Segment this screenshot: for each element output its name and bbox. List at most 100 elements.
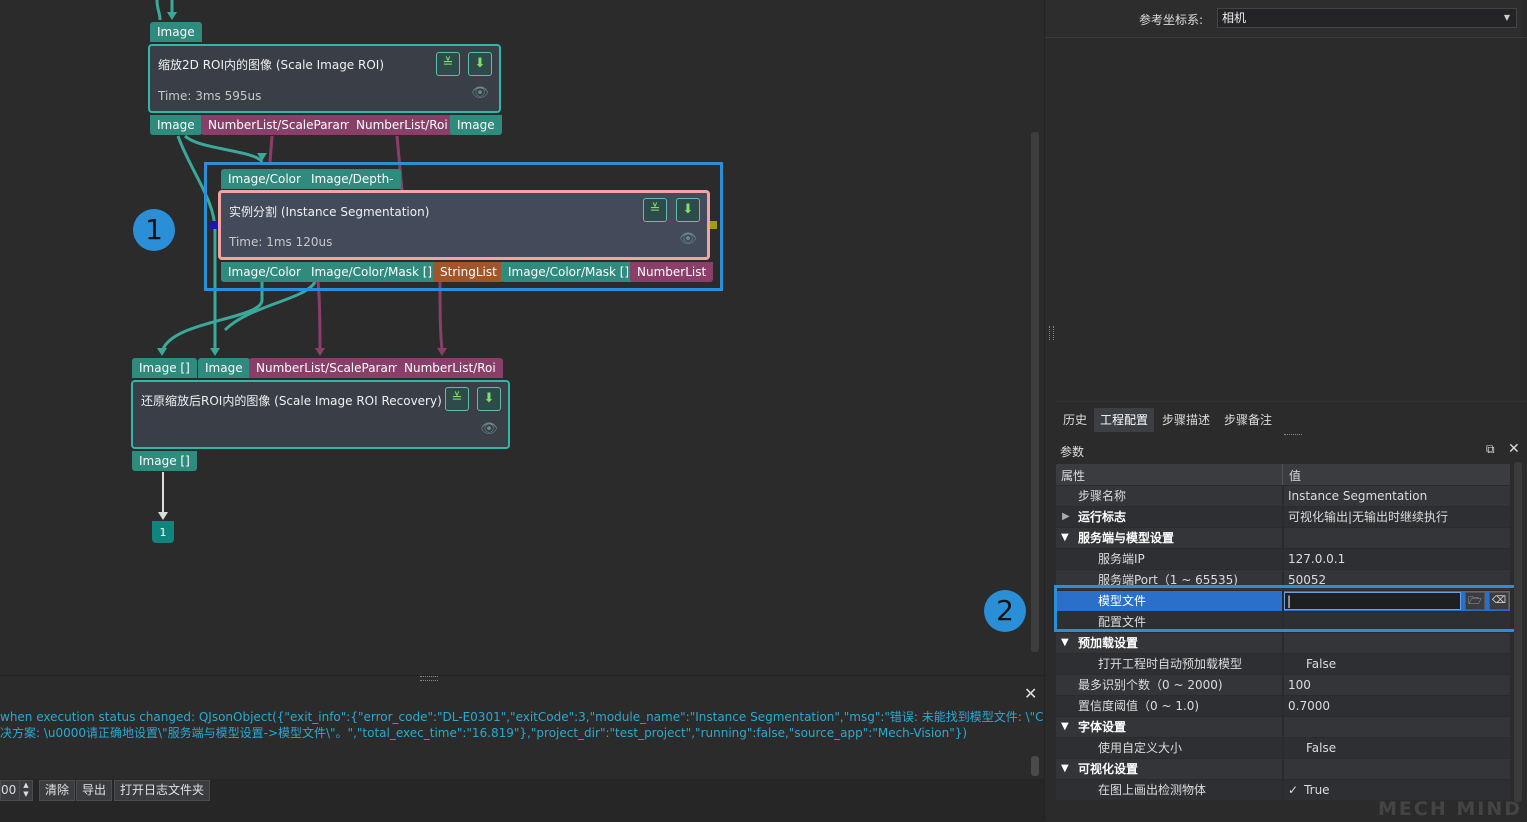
collapse-arrow-icon[interactable]: ▼ <box>1061 717 1069 737</box>
tab-history[interactable]: 历史 <box>1057 408 1093 432</box>
tab-step-description[interactable]: 步骤描述 <box>1156 408 1216 432</box>
spinbox-value: 00 <box>1 783 17 797</box>
node1-output-port[interactable]: NumberList/Roi <box>349 115 455 135</box>
param-group[interactable]: ▼ 服务端与模型设置 <box>1056 528 1510 548</box>
param-value[interactable]: 可视化输出|无输出时继续执行 <box>1284 507 1510 527</box>
param-row[interactable]: 最多识别个数（0 ~ 2000) 100 <box>1056 675 1510 695</box>
highlight-box-2 <box>1054 585 1521 632</box>
collapse-arrow-icon[interactable]: ▼ <box>1061 528 1069 548</box>
chevron-down-icon: ▼ <box>1503 13 1510 22</box>
node-time: Time: 3ms 595us <box>158 89 262 103</box>
spinbox-arrows[interactable]: ▲ ▼ <box>19 780 33 801</box>
watermark-logo: MECH MIND <box>1378 798 1522 820</box>
log-scrollbar[interactable] <box>1031 756 1039 776</box>
download-icon[interactable]: ⬇ <box>477 387 501 411</box>
param-key: 运行标志 <box>1056 507 1282 527</box>
param-row[interactable]: 置信度阈值（0 ~ 1.0) 0.7000 <box>1056 696 1510 716</box>
node2-output-port[interactable]: Image/Color <box>221 262 308 282</box>
open-log-folder-button[interactable]: 打开日志文件夹 <box>114 780 211 801</box>
eye-icon[interactable]: 👁 <box>478 421 500 441</box>
node2-output-port[interactable]: StringList <box>433 262 504 282</box>
node2-output-port[interactable]: NumberList <box>630 262 714 282</box>
param-value-text: True <box>1304 783 1330 797</box>
node3-input-port[interactable]: NumberList/Roi <box>397 358 503 378</box>
node3-output-port[interactable]: Image [] <box>132 451 197 471</box>
export-log-button[interactable]: 导出 <box>76 780 113 801</box>
param-value <box>1284 633 1510 653</box>
instance-segmentation-node[interactable]: 实例分割 (Instance Segmentation) ≚ ⬇ 👁 Time:… <box>218 190 710 260</box>
scale-image-roi-node[interactable]: 缩放2D ROI内的图像 (Scale Image ROI) ≚ ⬇ 👁 Tim… <box>148 44 501 113</box>
collapse-icon[interactable]: ≚ <box>445 387 469 411</box>
close-icon[interactable]: ✕ <box>1508 441 1520 457</box>
param-value[interactable]: ✓ True <box>1284 780 1510 800</box>
node1-output-port[interactable]: NumberList/ScaleParam <box>201 115 359 135</box>
param-value[interactable]: False <box>1284 738 1510 758</box>
scale-image-roi-recovery-node[interactable]: 还原缩放后ROI内的图像 (Scale Image ROI Recovery) … <box>131 380 510 449</box>
param-row[interactable]: 服务端IP 127.0.0.1 <box>1056 549 1510 569</box>
download-icon[interactable]: ⬇ <box>676 198 700 222</box>
clear-log-button[interactable]: 清除 <box>39 780 76 801</box>
node1-output-port[interactable]: Image <box>150 115 202 135</box>
node1-input-port[interactable]: Image <box>150 22 202 42</box>
column-divider <box>1282 464 1283 485</box>
splitter-handle[interactable] <box>420 676 438 681</box>
download-icon[interactable]: ⬇ <box>468 52 492 76</box>
output-badge[interactable]: 1 <box>152 521 174 543</box>
collapse-icon[interactable]: ≚ <box>643 198 667 222</box>
param-value[interactable]: 100 <box>1284 675 1510 695</box>
collapse-arrow-icon[interactable]: ▼ <box>1061 633 1069 653</box>
node-title: 缩放2D ROI内的图像 (Scale Image ROI) <box>158 58 385 72</box>
header-property: 属性 <box>1061 469 1086 483</box>
param-group[interactable]: ▼ 字体设置 <box>1056 717 1510 737</box>
param-value <box>1284 528 1510 548</box>
expand-arrow-icon[interactable]: ▶ <box>1062 507 1070 527</box>
param-row[interactable]: 打开工程时自动预加载模型 False <box>1056 654 1510 674</box>
close-icon[interactable]: ✕ <box>1024 686 1040 702</box>
param-value[interactable]: 127.0.0.1 <box>1284 549 1510 569</box>
node-canvas[interactable]: Image 缩放2D ROI内的图像 (Scale Image ROI) ≚ ⬇… <box>0 0 1044 675</box>
divider <box>1045 37 1527 38</box>
node2-output-port[interactable]: Image/Color/Mask [] <box>304 262 440 282</box>
vertical-splitter[interactable] <box>1049 326 1054 340</box>
param-value[interactable]: False <box>1284 654 1510 674</box>
node2-output-port[interactable]: Image/Color/Mask [] <box>501 262 637 282</box>
node3-input-port[interactable]: NumberList/ScaleParam <box>249 358 407 378</box>
float-icon[interactable]: ⧉ <box>1486 442 1495 457</box>
eye-icon[interactable]: 👁 <box>677 231 699 251</box>
node3-input-port[interactable]: Image <box>198 358 250 378</box>
param-row[interactable]: 使用自定义大小 False <box>1056 738 1510 758</box>
node-title: 还原缩放后ROI内的图像 (Scale Image ROI Recovery) <box>141 394 442 408</box>
collapse-arrow-icon[interactable]: ▼ <box>1061 759 1069 779</box>
params-title: 参数 <box>1060 445 1085 459</box>
node3-input-port[interactable]: Image [] <box>132 358 197 378</box>
param-row[interactable]: ▶ 运行标志 可视化输出|无输出时继续执行 <box>1056 507 1510 527</box>
splitter-handle[interactable] <box>1284 434 1302 437</box>
eye-icon[interactable]: 👁 <box>469 85 491 105</box>
left-connector <box>210 221 218 229</box>
param-value[interactable]: 0.7000 <box>1284 696 1510 716</box>
tab-step-notes[interactable]: 步骤备注 <box>1218 408 1278 432</box>
header-value: 值 <box>1289 469 1302 483</box>
checkmark-icon[interactable]: ✓ <box>1288 783 1298 797</box>
canvas-scrollbar[interactable] <box>1031 132 1039 652</box>
node1-output-port[interactable]: Image <box>450 115 502 135</box>
param-group[interactable]: ▼ 预加载设置 <box>1056 633 1510 653</box>
param-key: 服务端IP <box>1056 549 1282 569</box>
log-count-spinbox[interactable]: 00 <box>0 780 20 801</box>
node2-input-port[interactable]: Image/Color <box>221 169 308 189</box>
log-line: 决方案: \u0000请正确地设置\"服务端与模型设置->模型文件\"。","t… <box>0 726 968 740</box>
param-value[interactable]: Instance Segmentation <box>1284 486 1510 506</box>
collapse-icon[interactable]: ≚ <box>436 52 460 76</box>
param-row[interactable]: 在图上画出检测物体 ✓ True <box>1056 780 1510 800</box>
param-key: 在图上画出检测物体 <box>1056 780 1282 800</box>
ref-frame-select[interactable]: 相机 ▼ <box>1217 8 1517 28</box>
param-group[interactable]: ▼ 可视化设置 <box>1056 759 1510 779</box>
param-key: 服务端与模型设置 <box>1056 528 1282 548</box>
param-row[interactable]: 步骤名称 Instance Segmentation <box>1056 486 1510 506</box>
params-scrollbar[interactable] <box>1514 462 1522 802</box>
log-line: when execution status changed: QJsonObje… <box>0 710 1117 724</box>
param-key: 可视化设置 <box>1056 759 1282 779</box>
params-table-header: 属性 值 <box>1056 464 1510 485</box>
node2-input-port[interactable]: Image/Depth- <box>304 169 401 189</box>
tab-project-config[interactable]: 工程配置 <box>1094 408 1155 432</box>
